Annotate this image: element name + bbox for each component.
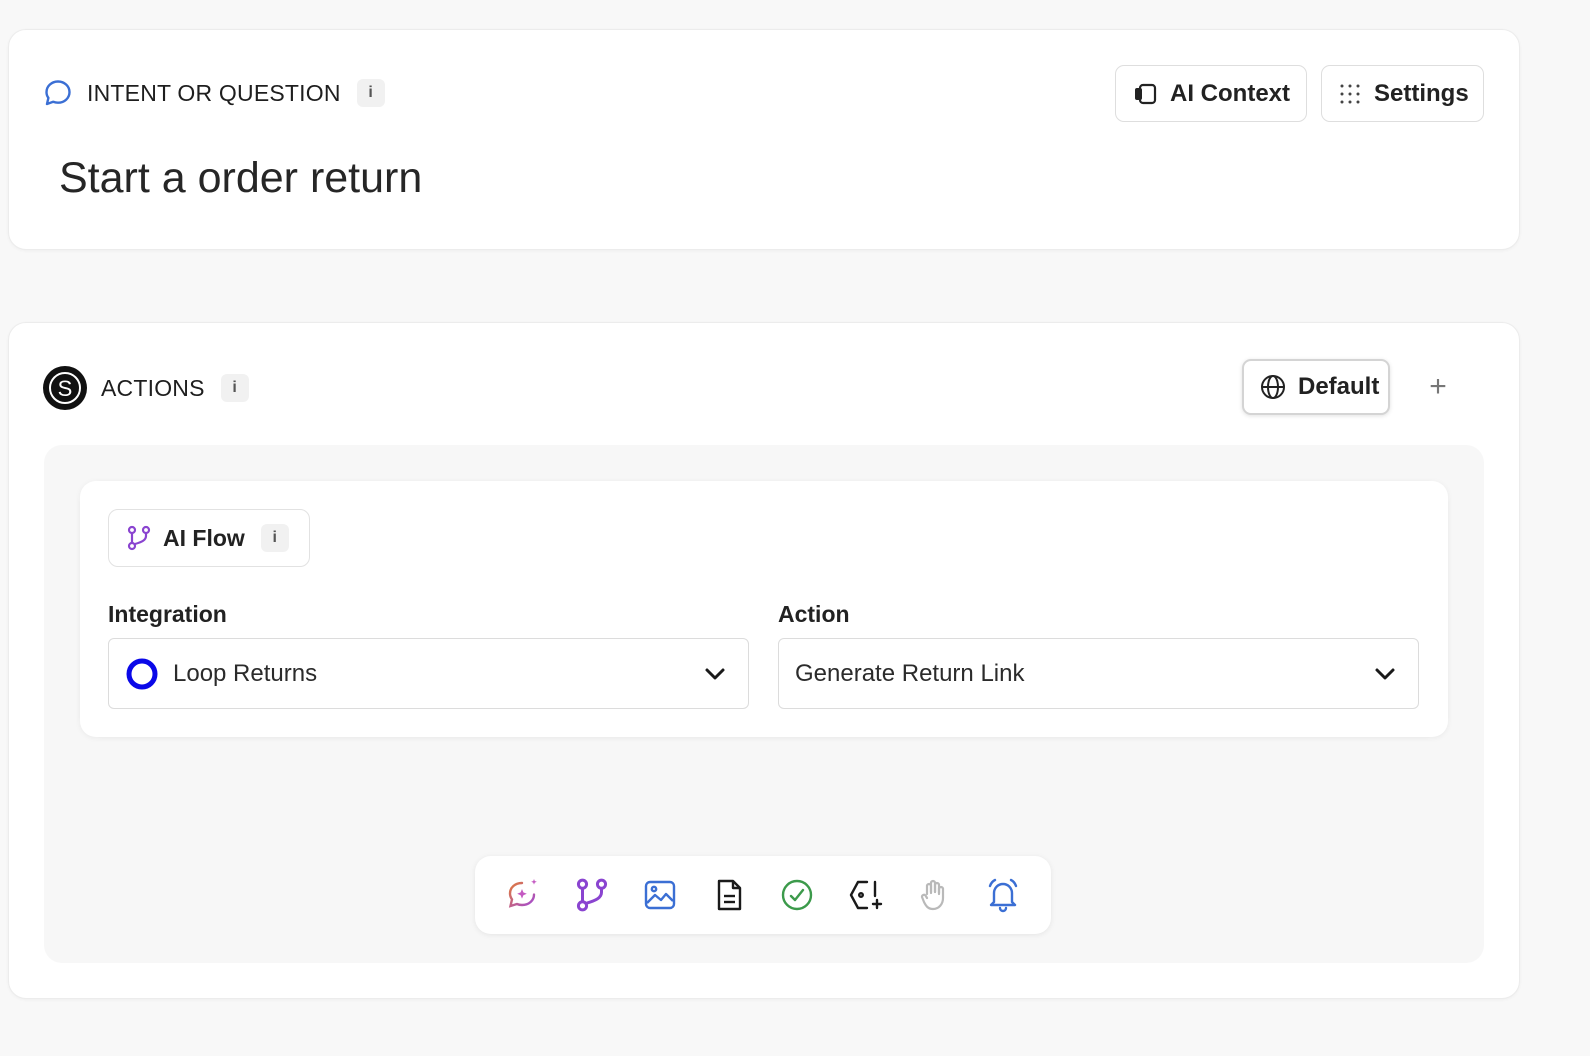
chat-bubble-icon	[43, 78, 73, 108]
ai-context-icon	[1132, 82, 1158, 106]
actions-card: S ACTIONS i Default + AI Flow i Integrat…	[8, 322, 1520, 999]
intent-text[interactable]: Start a order return	[59, 154, 422, 203]
info-chip[interactable]: i	[260, 524, 289, 552]
intent-card: INTENT OR QUESTION i AI Context Settings…	[8, 29, 1520, 250]
settings-label: Settings	[1374, 79, 1469, 107]
document-icon[interactable]	[707, 873, 751, 917]
default-label: Default	[1298, 373, 1380, 400]
ai-flow-chip[interactable]: AI Flow i	[108, 509, 310, 567]
ai-context-label: AI Context	[1170, 79, 1290, 107]
intent-header: INTENT OR QUESTION i	[43, 78, 385, 108]
svg-text:S: S	[58, 376, 73, 401]
integration-value: Loop Returns	[173, 659, 318, 687]
ai-chat-icon[interactable]	[501, 873, 545, 917]
integration-label: Integration	[108, 601, 227, 627]
action-select[interactable]: Generate Return Link	[778, 638, 1419, 709]
bell-icon[interactable]	[981, 873, 1025, 917]
chevron-down-icon	[1374, 663, 1396, 692]
ai-flow-card: AI Flow i Integration Loop Returns Actio…	[80, 481, 1448, 737]
tag-plus-icon[interactable]	[844, 873, 888, 917]
integration-select[interactable]: Loop Returns	[108, 638, 749, 709]
check-circle-icon[interactable]	[775, 873, 819, 917]
image-icon[interactable]	[638, 873, 682, 917]
chevron-down-icon	[704, 663, 726, 692]
actions-panel: AI Flow i Integration Loop Returns Actio…	[44, 445, 1484, 963]
actions-header: S ACTIONS i	[43, 366, 249, 410]
ai-flow-label: AI Flow	[163, 524, 245, 551]
actions-logo-icon: S	[43, 366, 87, 410]
default-locale-button[interactable]: Default	[1242, 359, 1390, 415]
action-label: Action	[778, 601, 850, 627]
section-title: INTENT OR QUESTION	[87, 79, 341, 106]
settings-button[interactable]: Settings	[1321, 65, 1484, 122]
info-chip[interactable]: i	[220, 374, 249, 402]
globe-icon	[1260, 374, 1286, 400]
action-value: Generate Return Link	[795, 659, 1025, 687]
add-block-toolbar	[475, 856, 1051, 934]
add-button[interactable]: +	[1422, 367, 1454, 407]
ai-flow-icon	[125, 524, 153, 552]
info-chip[interactable]: i	[356, 79, 385, 107]
hand-icon[interactable]	[912, 873, 956, 917]
loop-returns-logo-icon	[125, 657, 159, 691]
dots-grid-icon	[1338, 82, 1362, 106]
plus-icon: +	[1429, 370, 1447, 403]
ai-flow-icon[interactable]	[570, 873, 614, 917]
section-title: ACTIONS	[101, 374, 205, 401]
ai-context-button[interactable]: AI Context	[1115, 65, 1307, 122]
